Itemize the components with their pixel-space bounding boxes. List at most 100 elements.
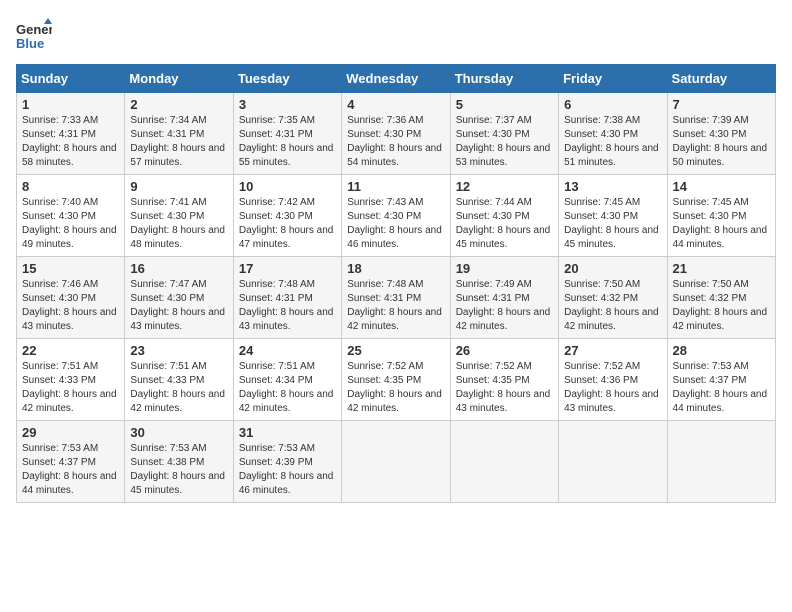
svg-text:Blue: Blue	[16, 36, 44, 51]
day-number: 7	[673, 97, 770, 112]
day-number: 11	[347, 179, 444, 194]
calendar-cell: 12 Sunrise: 7:44 AMSunset: 4:30 PMDayligh…	[450, 175, 558, 257]
calendar-cell: 22 Sunrise: 7:51 AMSunset: 4:33 PMDayligh…	[17, 339, 125, 421]
day-number: 5	[456, 97, 553, 112]
day-number: 14	[673, 179, 770, 194]
day-number: 19	[456, 261, 553, 276]
calendar-cell	[342, 421, 450, 503]
day-number: 16	[130, 261, 227, 276]
weekday-header-friday: Friday	[559, 65, 667, 93]
day-number: 9	[130, 179, 227, 194]
day-info: Sunrise: 7:42 AMSunset: 4:30 PMDaylight:…	[239, 197, 334, 250]
day-number: 8	[22, 179, 119, 194]
calendar-week-row: 8Sunrise: 7:40 AMSunset: 4:30 PMDaylight…	[17, 175, 776, 257]
day-info: Sunrise: 7:51 AMSunset: 4:33 PMDaylight:…	[22, 361, 117, 414]
svg-text:General: General	[16, 22, 52, 37]
calendar-cell: 13 Sunrise: 7:45 AMSunset: 4:30 PMDayligh…	[559, 175, 667, 257]
day-info: Sunrise: 7:36 AMSunset: 4:30 PMDaylight:…	[347, 115, 442, 168]
calendar-cell: 2 Sunrise: 7:34 AMSunset: 4:31 PMDaylight…	[125, 93, 233, 175]
day-info: Sunrise: 7:50 AMSunset: 4:32 PMDaylight:…	[564, 279, 659, 332]
calendar-cell: 9 Sunrise: 7:41 AMSunset: 4:30 PMDaylight…	[125, 175, 233, 257]
day-number: 27	[564, 343, 661, 358]
day-info: Sunrise: 7:48 AMSunset: 4:31 PMDaylight:…	[239, 279, 334, 332]
calendar-cell	[667, 421, 775, 503]
weekday-header-monday: Monday	[125, 65, 233, 93]
calendar-cell: 25 Sunrise: 7:52 AMSunset: 4:35 PMDayligh…	[342, 339, 450, 421]
calendar-week-row: 29Sunrise: 7:53 AMSunset: 4:37 PMDayligh…	[17, 421, 776, 503]
calendar-cell: 20 Sunrise: 7:50 AMSunset: 4:32 PMDayligh…	[559, 257, 667, 339]
calendar-cell: 29Sunrise: 7:53 AMSunset: 4:37 PMDayligh…	[17, 421, 125, 503]
day-info: Sunrise: 7:53 AMSunset: 4:38 PMDaylight:…	[130, 443, 225, 496]
day-number: 23	[130, 343, 227, 358]
calendar-cell: 23 Sunrise: 7:51 AMSunset: 4:33 PMDayligh…	[125, 339, 233, 421]
calendar-cell: 17 Sunrise: 7:48 AMSunset: 4:31 PMDayligh…	[233, 257, 341, 339]
calendar-cell: 28 Sunrise: 7:53 AMSunset: 4:37 PMDayligh…	[667, 339, 775, 421]
calendar-cell: 10Sunrise: 7:42 AMSunset: 4:30 PMDayligh…	[233, 175, 341, 257]
calendar-cell: 3Sunrise: 7:35 AMSunset: 4:31 PMDaylight…	[233, 93, 341, 175]
day-info: Sunrise: 7:51 AMSunset: 4:33 PMDaylight:…	[130, 361, 225, 414]
page-header: General Blue	[16, 16, 776, 52]
calendar-cell: 24 Sunrise: 7:51 AMSunset: 4:34 PMDayligh…	[233, 339, 341, 421]
weekday-header-row: SundayMondayTuesdayWednesdayThursdayFrid…	[17, 65, 776, 93]
day-info: Sunrise: 7:37 AMSunset: 4:30 PMDaylight:…	[456, 115, 551, 168]
day-number: 24	[239, 343, 336, 358]
calendar-cell: 15 Sunrise: 7:46 AMSunset: 4:30 PMDayligh…	[17, 257, 125, 339]
day-info: Sunrise: 7:44 AMSunset: 4:30 PMDaylight:…	[456, 197, 551, 250]
day-info: Sunrise: 7:52 AMSunset: 4:35 PMDaylight:…	[347, 361, 442, 414]
day-number: 13	[564, 179, 661, 194]
calendar-cell: 8Sunrise: 7:40 AMSunset: 4:30 PMDaylight…	[17, 175, 125, 257]
calendar-cell	[450, 421, 558, 503]
day-number: 31	[239, 425, 336, 440]
day-number: 6	[564, 97, 661, 112]
day-info: Sunrise: 7:39 AMSunset: 4:30 PMDaylight:…	[673, 115, 768, 168]
weekday-header-saturday: Saturday	[667, 65, 775, 93]
calendar-cell: 31Sunrise: 7:53 AMSunset: 4:39 PMDayligh…	[233, 421, 341, 503]
calendar-cell: 5 Sunrise: 7:37 AMSunset: 4:30 PMDaylight…	[450, 93, 558, 175]
calendar-cell: 26Sunrise: 7:52 AMSunset: 4:35 PMDayligh…	[450, 339, 558, 421]
day-number: 29	[22, 425, 119, 440]
calendar-cell: 18Sunrise: 7:48 AMSunset: 4:31 PMDayligh…	[342, 257, 450, 339]
weekday-header-thursday: Thursday	[450, 65, 558, 93]
calendar-cell: 7 Sunrise: 7:39 AMSunset: 4:30 PMDaylight…	[667, 93, 775, 175]
day-info: Sunrise: 7:50 AMSunset: 4:32 PMDaylight:…	[673, 279, 768, 332]
day-info: Sunrise: 7:33 AMSunset: 4:31 PMDaylight:…	[22, 115, 117, 168]
calendar-week-row: 15 Sunrise: 7:46 AMSunset: 4:30 PMDayligh…	[17, 257, 776, 339]
day-number: 22	[22, 343, 119, 358]
weekday-header-wednesday: Wednesday	[342, 65, 450, 93]
logo-icon: General Blue	[16, 16, 52, 52]
day-number: 20	[564, 261, 661, 276]
calendar-cell: 19 Sunrise: 7:49 AMSunset: 4:31 PMDayligh…	[450, 257, 558, 339]
day-number: 25	[347, 343, 444, 358]
day-number: 30	[130, 425, 227, 440]
day-number: 17	[239, 261, 336, 276]
day-number: 18	[347, 261, 444, 276]
day-number: 1	[22, 97, 119, 112]
day-info: Sunrise: 7:46 AMSunset: 4:30 PMDaylight:…	[22, 279, 117, 332]
day-info: Sunrise: 7:52 AMSunset: 4:35 PMDaylight:…	[456, 361, 551, 414]
day-info: Sunrise: 7:45 AMSunset: 4:30 PMDaylight:…	[673, 197, 768, 250]
day-info: Sunrise: 7:53 AMSunset: 4:37 PMDaylight:…	[673, 361, 768, 414]
calendar-table: SundayMondayTuesdayWednesdayThursdayFrid…	[16, 64, 776, 503]
day-number: 15	[22, 261, 119, 276]
weekday-header-tuesday: Tuesday	[233, 65, 341, 93]
day-info: Sunrise: 7:52 AMSunset: 4:36 PMDaylight:…	[564, 361, 659, 414]
day-info: Sunrise: 7:51 AMSunset: 4:34 PMDaylight:…	[239, 361, 334, 414]
day-info: Sunrise: 7:34 AMSunset: 4:31 PMDaylight:…	[130, 115, 225, 168]
calendar-cell: 27 Sunrise: 7:52 AMSunset: 4:36 PMDayligh…	[559, 339, 667, 421]
calendar-cell: 1 Sunrise: 7:33 AMSunset: 4:31 PMDaylight…	[17, 93, 125, 175]
calendar-cell: 16 Sunrise: 7:47 AMSunset: 4:30 PMDayligh…	[125, 257, 233, 339]
day-info: Sunrise: 7:49 AMSunset: 4:31 PMDaylight:…	[456, 279, 551, 332]
day-info: Sunrise: 7:47 AMSunset: 4:30 PMDaylight:…	[130, 279, 225, 332]
day-number: 12	[456, 179, 553, 194]
day-number: 21	[673, 261, 770, 276]
day-number: 28	[673, 343, 770, 358]
day-number: 2	[130, 97, 227, 112]
calendar-cell: 4Sunrise: 7:36 AMSunset: 4:30 PMDaylight…	[342, 93, 450, 175]
weekday-header-sunday: Sunday	[17, 65, 125, 93]
calendar-cell: 11Sunrise: 7:43 AMSunset: 4:30 PMDayligh…	[342, 175, 450, 257]
calendar-cell: 30 Sunrise: 7:53 AMSunset: 4:38 PMDayligh…	[125, 421, 233, 503]
day-info: Sunrise: 7:45 AMSunset: 4:30 PMDaylight:…	[564, 197, 659, 250]
day-info: Sunrise: 7:41 AMSunset: 4:30 PMDaylight:…	[130, 197, 225, 250]
calendar-week-row: 22 Sunrise: 7:51 AMSunset: 4:33 PMDayligh…	[17, 339, 776, 421]
day-info: Sunrise: 7:35 AMSunset: 4:31 PMDaylight:…	[239, 115, 334, 168]
